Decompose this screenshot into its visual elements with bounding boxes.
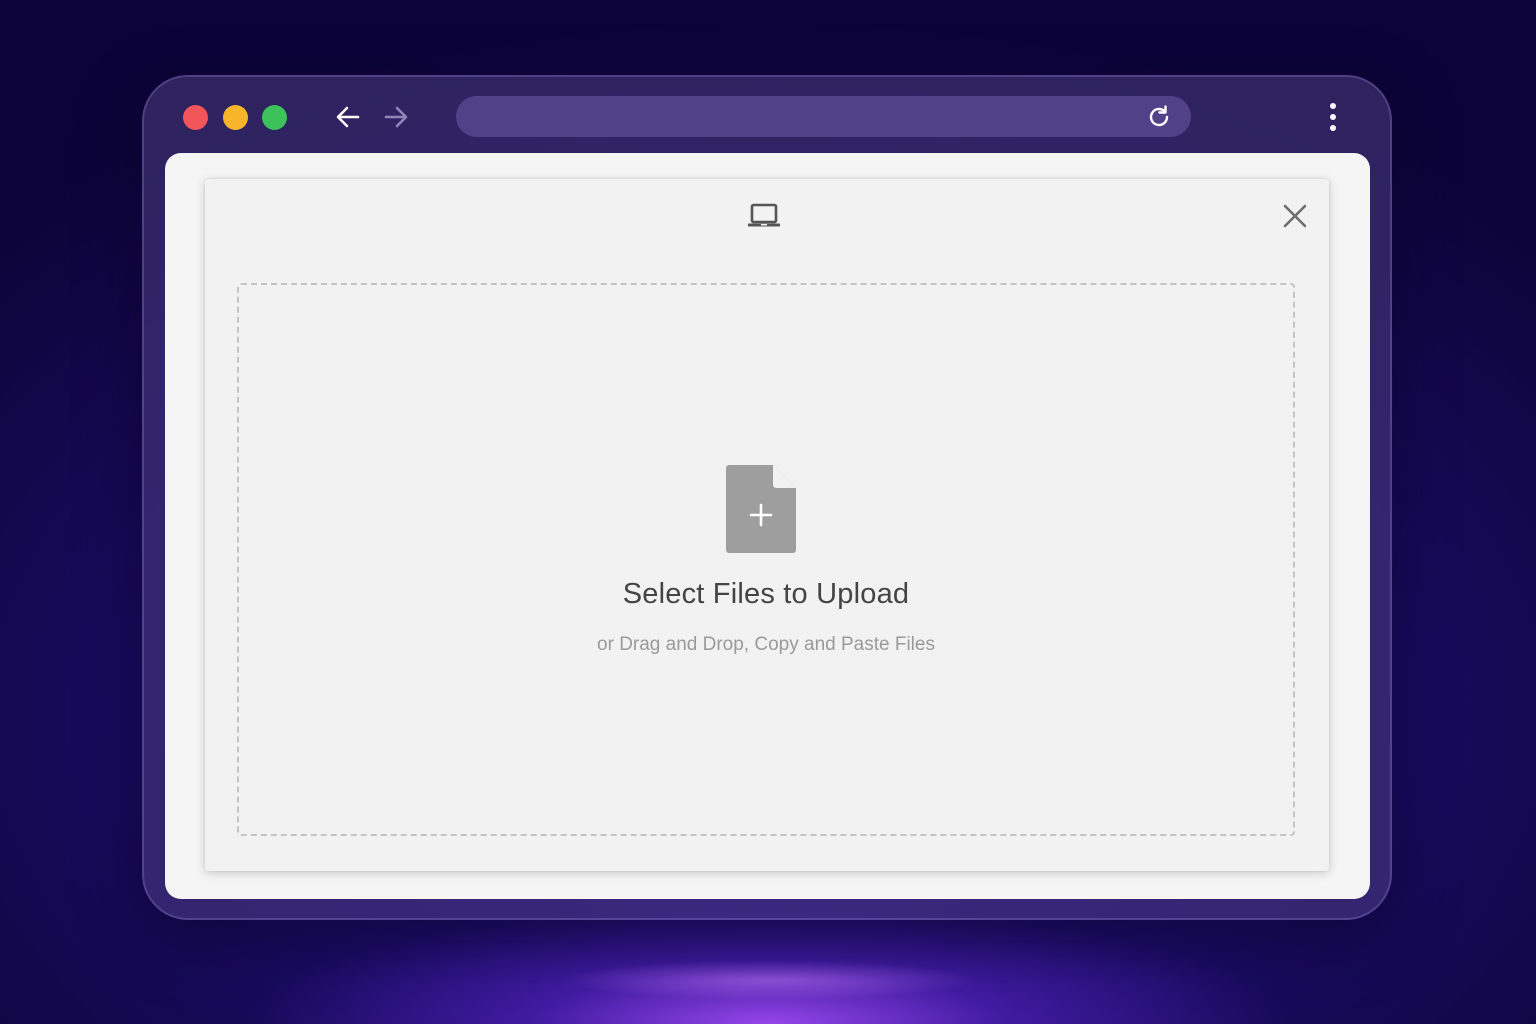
- my-device-source-button[interactable]: [748, 201, 780, 231]
- browser-toolbar: [144, 77, 1390, 155]
- arrow-right-icon: [384, 106, 408, 128]
- reload-button[interactable]: [1145, 103, 1173, 131]
- file-plus-icon: [726, 465, 796, 553]
- forward-button[interactable]: [380, 101, 412, 133]
- window-maximize-button[interactable]: [262, 105, 287, 130]
- kebab-dot: [1330, 125, 1336, 131]
- close-dialog-button[interactable]: [1280, 201, 1310, 231]
- file-drop-zone[interactable]: Select Files to Upload or Drag and Drop,…: [237, 283, 1295, 836]
- laptop-icon: [748, 203, 780, 227]
- window-close-button[interactable]: [183, 105, 208, 130]
- browser-window: Select Files to Upload or Drag and Drop,…: [142, 75, 1392, 920]
- window-minimize-button[interactable]: [223, 105, 248, 130]
- background-glow: [560, 960, 980, 1000]
- upload-subtitle: or Drag and Drop, Copy and Paste Files: [597, 634, 935, 655]
- kebab-dot: [1330, 103, 1336, 109]
- kebab-menu-button[interactable]: [1320, 101, 1346, 133]
- back-button[interactable]: [332, 101, 364, 133]
- arrow-left-icon: [336, 106, 360, 128]
- close-icon: [1283, 204, 1307, 228]
- kebab-dot: [1330, 114, 1336, 120]
- reload-icon: [1149, 105, 1169, 127]
- address-bar[interactable]: [456, 96, 1191, 137]
- upload-dialog: Select Files to Upload or Drag and Drop,…: [205, 179, 1329, 871]
- upload-title: Select Files to Upload: [622, 578, 910, 610]
- browser-viewport: Select Files to Upload or Drag and Drop,…: [165, 153, 1370, 899]
